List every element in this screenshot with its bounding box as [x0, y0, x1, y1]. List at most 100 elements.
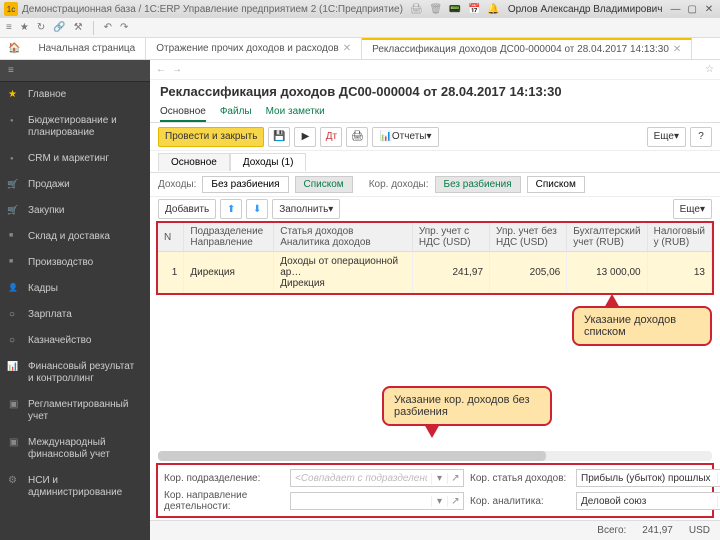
dropdown-icon[interactable]: ▾ [431, 473, 447, 484]
totals-label: Всего: [597, 525, 626, 536]
sidebar-item-intl-account[interactable]: Международный финансовый учет [0, 430, 150, 468]
cor-list[interactable]: Списком [527, 176, 585, 193]
back-icon[interactable]: ↶ [104, 22, 112, 33]
save-button[interactable]: 💾 [268, 127, 290, 147]
sidebar-item-salary[interactable]: Зарплата [0, 302, 150, 328]
app-icon: 1c [4, 2, 18, 16]
col-novat-usd[interactable]: Упр. учет без НДС (USD) [490, 223, 567, 252]
help-button[interactable]: ? [690, 127, 712, 147]
tab-notes[interactable]: Мои заметки [266, 103, 325, 122]
sidebar-item-finance[interactable]: Финансовый результат и контроллинг [0, 354, 150, 392]
tab-other-income[interactable]: Отражение прочих доходов и расходов✕ [146, 38, 362, 59]
calendar-icon[interactable]: 📅 [468, 4, 480, 15]
add-button[interactable]: Добавить [158, 199, 216, 219]
sidebar-item-reg-account[interactable]: Регламентированный учет [0, 392, 150, 430]
sidebar-item-budget[interactable]: Бюджетирование и планирование [0, 108, 150, 146]
more-button[interactable]: Еще ▾ [647, 127, 686, 147]
subtab-income[interactable]: Доходы (1) [230, 153, 307, 171]
tab-reclass[interactable]: Реклассификация доходов ДС00-000004 от 2… [362, 38, 692, 59]
cor-art-label: Кор. статья доходов: [470, 473, 570, 484]
subtab-main[interactable]: Основное [158, 153, 230, 171]
cor-an-field[interactable]: ▾↗ [576, 492, 720, 510]
income-list[interactable]: Списком [295, 176, 353, 193]
sidebar-item-admin[interactable]: НСИ и администрирование [0, 468, 150, 506]
sub-tabs: Основное Доходы (1) [150, 151, 720, 173]
sidebar-item-purchases[interactable]: Закупки [0, 198, 150, 224]
fill-button[interactable]: Заполнить ▾ [272, 199, 340, 219]
cor-an-label: Кор. аналитика: [470, 496, 570, 507]
open-icon[interactable]: ↗ [447, 473, 463, 484]
sidebar-item-production[interactable]: Производство [0, 250, 150, 276]
form-tabs: Основное Файлы Мои заметки [150, 103, 720, 123]
col-acc-rub[interactable]: Бухгалтерский учет (RUB) [567, 223, 647, 252]
user-name[interactable]: Орлов Александр Владимирович [508, 4, 663, 15]
post-button[interactable]: ▶ [294, 127, 316, 147]
cor-art-field[interactable]: ▾↗ [576, 469, 720, 487]
sidebar-item-crm[interactable]: CRM и маркетинг [0, 146, 150, 172]
cor-fields: Кор. подразделение: ▾↗ Кор. статья доход… [156, 463, 714, 518]
sidebar-item-treasury[interactable]: Казначейство [0, 328, 150, 354]
debit-credit-button[interactable]: Дт [320, 127, 342, 147]
sidebar-item-sales[interactable]: Продажи [0, 172, 150, 198]
cor-dept-label: Кор. подразделение: [164, 473, 284, 484]
tools-icon[interactable]: ⚒ [74, 22, 83, 33]
income-nosplit[interactable]: Без разбиения [202, 176, 288, 193]
cor-dept-field[interactable]: ▾↗ [290, 469, 464, 487]
cor-income-label: Кор. доходы: [369, 179, 429, 190]
dropdown-icon[interactable]: ▾ [431, 496, 447, 507]
maximize-icon[interactable]: ▢ [685, 4, 699, 15]
pin-icon[interactable]: ☆ [705, 64, 714, 75]
doc-title: Реклассификация доходов ДС00-000004 от 2… [150, 80, 720, 103]
tab-home[interactable]: Начальная страница [28, 38, 146, 59]
bell-icon[interactable]: 🔔 [487, 4, 499, 15]
close-icon[interactable]: ✕ [343, 43, 351, 54]
tab-main[interactable]: Основное [160, 103, 206, 122]
callout-income-list: Указание доходов списком [572, 306, 712, 346]
calc-icon[interactable]: 📟 [449, 4, 461, 15]
sidebar-toggle[interactable]: ≡ [0, 60, 150, 82]
menu-icon[interactable]: ≡ [6, 22, 12, 33]
history-icon[interactable]: ↻ [37, 22, 45, 33]
sidebar-item-main[interactable]: Главное [0, 82, 150, 108]
tab-files[interactable]: Файлы [220, 103, 252, 122]
reports-button[interactable]: 📊 Отчеты ▾ [372, 127, 438, 147]
trash-icon[interactable]: 🗑 [429, 4, 442, 15]
back-icon[interactable]: ← [156, 64, 166, 75]
sidebar-item-warehouse[interactable]: Склад и доставка [0, 224, 150, 250]
window-title: Демонстрационная база / 1C:ERP Управлени… [22, 4, 403, 15]
close-icon[interactable]: ✕ [702, 4, 716, 15]
cor-nosplit[interactable]: Без разбиения [435, 176, 521, 193]
minimize-icon[interactable]: — [668, 4, 682, 15]
forward-icon[interactable]: → [172, 64, 182, 75]
callout-cor-nosplit: Указание кор. доходов без разбиения [382, 386, 552, 426]
close-icon[interactable]: ✕ [673, 44, 681, 55]
doc-nav: ← → ☆ [150, 60, 720, 80]
cor-dir-label: Кор. направление деятельности: [164, 490, 284, 512]
cor-dir-field[interactable]: ▾↗ [290, 492, 464, 510]
move-up-button[interactable]: ⬆ [220, 199, 242, 219]
list-more-button[interactable]: Еще ▾ [673, 199, 712, 219]
action-row: Провести и закрыть 💾 ▶ Дт 🖨 📊 Отчеты ▾ Е… [150, 123, 720, 151]
col-vat-usd[interactable]: Упр. учет с НДС (USD) [412, 223, 489, 252]
home-tab-icon[interactable]: 🏠 [0, 38, 28, 59]
table-row[interactable]: 1 Дирекция Доходы от операционной ар…Дир… [158, 252, 712, 294]
sidebar-item-hr[interactable]: Кадры [0, 276, 150, 302]
titlebar: 1c Демонстрационная база / 1C:ERP Управл… [0, 0, 720, 18]
post-close-button[interactable]: Провести и закрыть [158, 127, 264, 147]
col-n[interactable]: N [158, 223, 184, 252]
forward-icon[interactable]: ↷ [120, 22, 128, 33]
print-icon[interactable]: 🖨 [410, 4, 423, 15]
titlebar-actions: 🖨 🗑 📟 📅 🔔 [408, 4, 502, 15]
print-button[interactable]: 🖨 [346, 127, 368, 147]
col-article[interactable]: Статья доходовАналитика доходов [274, 223, 413, 252]
totals-row: Всего: 241,97 USD [150, 520, 720, 540]
list-toolbar: Добавить ⬆ ⬇ Заполнить ▾ Еще ▾ [150, 197, 720, 221]
col-tax-rub[interactable]: Налоговый у (RUB) [647, 223, 711, 252]
move-down-button[interactable]: ⬇ [246, 199, 268, 219]
col-dept[interactable]: ПодразделениеНаправление [184, 223, 274, 252]
window-tabs: 🏠 Начальная страница Отражение прочих до… [0, 38, 720, 60]
star-icon[interactable]: ★ [20, 22, 29, 33]
open-icon[interactable]: ↗ [447, 496, 463, 507]
horizontal-scrollbar[interactable] [158, 451, 712, 461]
link-icon[interactable]: 🔗 [53, 22, 65, 33]
